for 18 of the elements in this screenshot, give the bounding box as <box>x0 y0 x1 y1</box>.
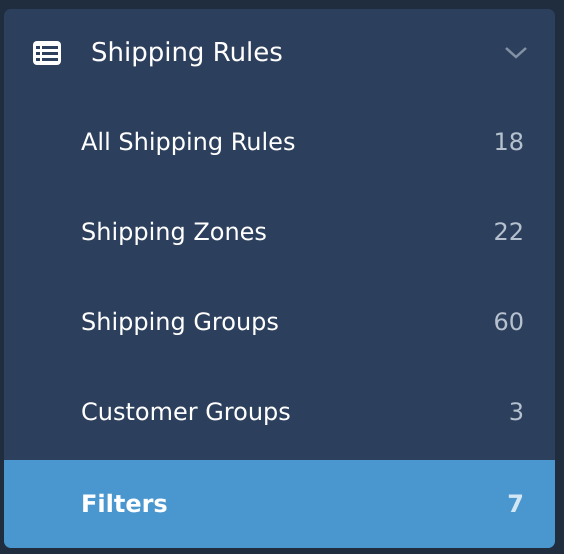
nav-item[interactable]: All Shipping Rules 18 <box>4 97 555 187</box>
nav-item[interactable]: Customer Groups 3 <box>4 367 555 457</box>
nav-item-label: Customer Groups <box>81 398 292 426</box>
chevron-down-icon <box>505 47 527 59</box>
nav-item-label: Shipping Zones <box>81 218 268 246</box>
item-count: 3 <box>508 398 524 426</box>
nav-item-label: All Shipping Rules <box>81 128 296 156</box>
item-count: 7 <box>507 490 524 518</box>
nav-item[interactable]: Shipping Zones 22 <box>4 187 555 277</box>
nav-item-label: Filters <box>81 490 169 518</box>
list-icon <box>33 41 61 65</box>
item-count: 22 <box>493 218 524 246</box>
nav-item[interactable]: Shipping Groups 60 <box>4 277 555 367</box>
section-title: Shipping Rules <box>91 38 284 68</box>
section-header[interactable]: Shipping Rules <box>4 9 555 97</box>
nav-item-label: Shipping Groups <box>81 308 280 336</box>
item-count: 18 <box>493 128 524 156</box>
item-count: 60 <box>493 308 524 336</box>
